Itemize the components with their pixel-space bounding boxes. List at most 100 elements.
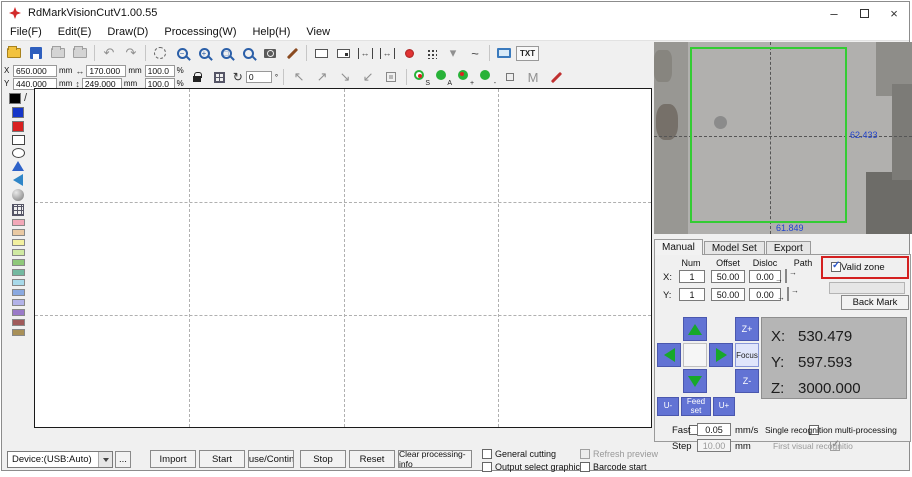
align-nw-button[interactable]: ↖ — [289, 67, 309, 87]
palette-swatch[interactable] — [11, 239, 25, 246]
laser-spot-button[interactable] — [399, 43, 419, 63]
close-button[interactable]: × — [879, 2, 909, 24]
palette-swatch[interactable] — [11, 229, 25, 236]
sphere-tool[interactable] — [12, 189, 24, 201]
curve-button[interactable]: ~ — [465, 43, 485, 63]
line-tool[interactable]: / — [24, 92, 27, 104]
stop-button[interactable]: Stop — [300, 450, 346, 468]
tab-manual[interactable]: Manual — [654, 239, 703, 255]
width-input[interactable]: 170.000 — [86, 64, 127, 77]
zoom-in-button[interactable]: + — [194, 43, 214, 63]
menu-edit[interactable]: Edit(E) — [50, 26, 100, 38]
rotate-input[interactable]: 0 — [245, 71, 272, 83]
tab-export[interactable]: Export — [765, 241, 811, 255]
menu-processing[interactable]: Processing(W) — [156, 26, 244, 38]
palette-swatch[interactable] — [11, 289, 25, 296]
z-plus-button[interactable]: Z+ — [735, 317, 759, 341]
x-num-input[interactable]: 1 — [679, 270, 705, 283]
back-mark-button[interactable]: Back Mark — [841, 295, 909, 310]
palette-swatch[interactable] — [11, 279, 25, 286]
jog-left-button[interactable] — [657, 343, 681, 367]
pen-path-button[interactable] — [282, 43, 302, 63]
start-button[interactable]: Start — [199, 450, 245, 468]
menu-view[interactable]: View — [298, 26, 338, 38]
y-path-selector[interactable] — [787, 287, 789, 301]
palette-swatch[interactable] — [11, 319, 25, 326]
reset-button[interactable]: Reset — [349, 450, 395, 468]
mark-m-button[interactable]: M — [523, 67, 543, 87]
color-black-swatch[interactable] — [8, 92, 21, 104]
device-browse-button[interactable]: ... — [115, 451, 131, 468]
palette-swatch[interactable] — [11, 269, 25, 276]
redo-button[interactable]: ↷ — [121, 43, 141, 63]
general-cutting-checkbox[interactable] — [482, 449, 492, 459]
lock-ratio-button[interactable] — [187, 67, 207, 87]
monitor-button[interactable] — [494, 43, 514, 63]
color-blue-swatch[interactable] — [12, 107, 24, 118]
small-square-button[interactable] — [500, 67, 520, 87]
spot-anchor-button[interactable]: A — [434, 68, 453, 87]
spot-start-button[interactable]: S — [412, 68, 431, 87]
capture-button[interactable] — [260, 43, 280, 63]
palette-swatch[interactable] — [11, 249, 25, 256]
z-minus-button[interactable]: Z- — [735, 369, 759, 393]
x-pos-input[interactable]: 650.000 — [13, 64, 57, 77]
mark-rect-button[interactable] — [333, 43, 353, 63]
x-path-selector[interactable] — [785, 269, 787, 283]
export-file-button[interactable] — [70, 43, 90, 63]
measure-width-button[interactable]: ↔ — [355, 43, 375, 63]
array-tool[interactable] — [12, 204, 24, 216]
palette-swatch[interactable] — [11, 329, 25, 336]
spot-remove-button[interactable]: - — [478, 68, 497, 87]
array-setup-button[interactable] — [210, 67, 230, 87]
save-button[interactable] — [26, 43, 46, 63]
menu-file[interactable]: File(F) — [2, 26, 50, 38]
u-plus-button[interactable]: U+ — [713, 397, 735, 416]
y-offset-input[interactable]: 50.00 — [711, 288, 745, 301]
spot-add-button[interactable]: + — [456, 68, 475, 87]
device-dropdown-arrow[interactable] — [98, 452, 112, 467]
align-se-button[interactable]: ↘ — [335, 67, 355, 87]
align-sw-button[interactable]: ↙ — [358, 67, 378, 87]
menu-help[interactable]: Help(H) — [244, 26, 298, 38]
undo-button[interactable]: ↶ — [99, 43, 119, 63]
zoom-out-button[interactable]: − — [172, 43, 192, 63]
maximize-button[interactable] — [849, 2, 879, 24]
picker-button[interactable] — [546, 67, 566, 87]
scale-x-input[interactable]: 100.0 — [144, 64, 175, 77]
open-button[interactable] — [4, 43, 24, 63]
zoom-extent-button[interactable] — [238, 43, 258, 63]
pause-continue-button[interactable]: Pause/Continue — [248, 450, 294, 468]
valid-zone-checkbox[interactable] — [831, 260, 841, 272]
fast-speed-input[interactable]: 0.05 — [697, 423, 731, 436]
polygon-left-tool[interactable] — [13, 174, 23, 186]
device-select[interactable]: Device:(USB:Auto) — [7, 451, 113, 468]
y-num-input[interactable]: 1 — [679, 288, 705, 301]
palette-swatch[interactable] — [11, 299, 25, 306]
rectangle-tool[interactable] — [11, 135, 25, 145]
jog-up-button[interactable] — [683, 317, 707, 341]
x-offset-input[interactable]: 50.00 — [711, 270, 745, 283]
focus-button[interactable]: Focus — [735, 343, 759, 367]
tab-model-set[interactable]: Model Set — [703, 241, 765, 255]
color-red-swatch[interactable] — [12, 121, 24, 132]
menu-draw[interactable]: Draw(D) — [99, 26, 156, 38]
drawing-canvas[interactable] — [34, 88, 652, 428]
array-button[interactable] — [421, 43, 441, 63]
feed-set-button[interactable]: Feed set — [681, 397, 711, 416]
jog-right-button[interactable] — [709, 343, 733, 367]
palette-swatch[interactable] — [11, 309, 25, 316]
measure-center-button[interactable]: ↔ — [377, 43, 397, 63]
array-dropdown[interactable]: ▾ — [443, 43, 463, 63]
clear-processing-button[interactable]: Clear processing-info — [398, 449, 472, 469]
polygon-tool[interactable] — [12, 161, 24, 171]
barcode-start-checkbox[interactable] — [580, 462, 590, 472]
u-minus-button[interactable]: U- — [657, 397, 679, 416]
palette-swatch[interactable] — [11, 219, 25, 226]
align-center-button[interactable] — [381, 67, 401, 87]
palette-swatch[interactable] — [11, 259, 25, 266]
align-ne-button[interactable]: ↗ — [312, 67, 332, 87]
text-tool-button[interactable]: TXT — [516, 45, 540, 61]
lasso-select-button[interactable] — [150, 43, 170, 63]
camera-preview[interactable]: 62.433 61.849 — [654, 42, 912, 234]
